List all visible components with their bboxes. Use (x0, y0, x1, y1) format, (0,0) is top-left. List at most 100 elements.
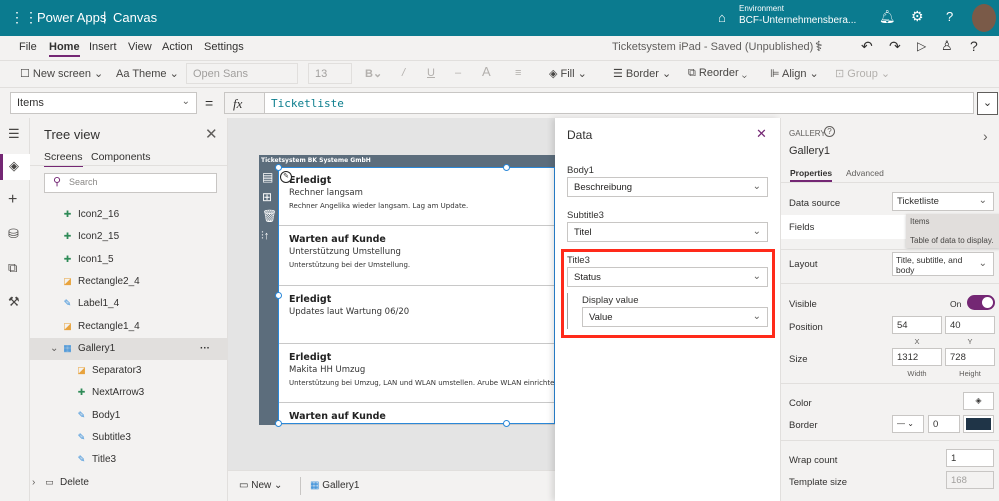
reorder-button[interactable]: ⧉ Reorder ⌄ (688, 67, 747, 80)
italic-icon[interactable]: / (402, 67, 405, 79)
chevron-right-icon[interactable]: › (983, 128, 988, 144)
chevron-right-icon[interactable]: › (32, 472, 35, 494)
breadcrumb-gallery[interactable]: ▦ Gallery1 (310, 480, 359, 491)
environment-name[interactable]: BCF-Unternehmensbera... (739, 15, 856, 26)
text-align-icon[interactable]: ≡ (515, 67, 521, 79)
help-icon[interactable]: ? (970, 38, 978, 54)
control-name[interactable]: Gallery1 (789, 145, 830, 157)
close-icon[interactable]: ✕ (205, 125, 218, 143)
display-value-select[interactable]: Value ⌄ (582, 307, 768, 327)
y-input[interactable]: 40 (945, 316, 995, 334)
menu-insert[interactable]: Insert (89, 41, 117, 53)
gallery[interactable]: Erledigt Rechner langsam Rechner Angelika … (259, 155, 559, 425)
title3-select[interactable]: Status ⌄ (567, 267, 768, 287)
color-picker[interactable]: ◈ (963, 392, 994, 410)
gallery-row[interactable]: Erledigt Makita HH Umzug Unterstützung bei… (278, 344, 559, 403)
group-button[interactable]: ⊡ Group ⌄ (835, 67, 890, 80)
insert-plus-icon[interactable]: + (8, 191, 17, 209)
menu-view[interactable]: View (128, 41, 152, 53)
share-icon[interactable]: ♙ (941, 38, 953, 54)
menu-home[interactable]: Home (49, 41, 80, 57)
visible-toggle[interactable] (967, 295, 995, 310)
tree-item-delete[interactable]: › ▭ Delete (30, 472, 228, 494)
bell-icon[interactable]: 🔔︎ (879, 9, 896, 25)
font-select[interactable]: Open Sans (186, 63, 298, 84)
gallery-row[interactable]: Warten auf Kunde (278, 403, 555, 425)
wrap-count-input[interactable]: 1 (946, 449, 994, 467)
media-icon[interactable]: ⧉ (8, 260, 17, 276)
app-launcher-icon[interactable]: ⋮⋮ (10, 9, 38, 26)
gallery-row[interactable]: Erledigt Updates laut Wartung 06/20 (278, 286, 555, 344)
gear-icon[interactable]: ⚙ (911, 8, 924, 25)
bold-icon[interactable]: B⌄ (365, 67, 382, 80)
border-color-picker[interactable] (963, 415, 994, 433)
menu-settings[interactable]: Settings (204, 41, 244, 53)
tree-item-body1[interactable]: ✎ Body1 (30, 405, 228, 427)
tree-item-title3[interactable]: ✎ Title3 (30, 449, 228, 471)
menu-file[interactable]: File (19, 41, 37, 53)
resize-handle[interactable] (275, 164, 282, 171)
app-screen[interactable]: Ticketsystem BK Systeme GmbH ▤ ⊞ 🗑︎ ⫶↑ E… (259, 155, 559, 427)
data-cylinder-icon[interactable]: ⛁ (8, 226, 19, 242)
subtitle3-select[interactable]: Titel ⌄ (567, 222, 768, 242)
template-size-input[interactable]: 168 (946, 471, 994, 489)
strikethrough-icon[interactable]: – (455, 67, 461, 79)
expand-formula-button[interactable]: ⌄ (977, 92, 998, 115)
gallery-row[interactable]: Erledigt Rechner langsam Rechner Angelika … (278, 167, 555, 226)
border-button[interactable]: ☰ Border ⌄ (613, 67, 671, 80)
theme-button[interactable]: Aa Theme ⌄ (116, 67, 179, 80)
resize-handle[interactable] (503, 420, 510, 427)
data-source-select[interactable]: Ticketliste ⌄ (892, 192, 994, 211)
gallery-row[interactable]: Warten auf Kunde Unterstützung Umstellung… (278, 226, 555, 286)
search-input[interactable]: ⚲ Search (44, 173, 217, 193)
more-options-icon[interactable]: ··· (200, 338, 210, 360)
new-screen-button[interactable]: ☐ New screen ⌄ (20, 67, 103, 80)
advanced-tools-icon[interactable]: ⚒ (8, 294, 20, 310)
tab-components[interactable]: Components (91, 151, 151, 163)
tree-item-nextarrow3[interactable]: ✚ NextArrow3 (30, 382, 228, 404)
hamburger-icon[interactable]: ☰ (8, 126, 20, 142)
tree-item-label1_4[interactable]: ✎ Label1_4 (30, 293, 228, 315)
tab-properties[interactable]: Properties (790, 168, 833, 182)
align-button[interactable]: ⊫ Align ⌄ (770, 67, 819, 80)
resize-handle[interactable] (503, 164, 510, 171)
tree-item-gallery1[interactable]: ⌄ ▦ Gallery1 ··· (30, 337, 228, 360)
close-icon[interactable]: ✕ (756, 126, 767, 142)
tree-item-separator3[interactable]: ◪ Separator3 (30, 360, 228, 382)
tree-item-icon2_15[interactable]: ✚ Icon2_15 (30, 226, 228, 248)
height-input[interactable]: 728 (945, 348, 995, 366)
border-width-input[interactable]: 0 (928, 415, 960, 433)
property-select[interactable]: Items ⌄ (10, 92, 197, 114)
width-input[interactable]: 1312 (892, 348, 942, 366)
x-input[interactable]: 54 (892, 316, 942, 334)
chevron-down-icon[interactable]: ⌄ (50, 338, 58, 360)
edit-pencil-icon[interactable]: ✎ (280, 171, 292, 183)
resize-handle[interactable] (275, 420, 282, 427)
new-screen-bottom-button[interactable]: ▭ New ⌄ (239, 480, 282, 491)
fill-button[interactable]: ◈ Fill ⌄ (549, 67, 587, 80)
menu-action[interactable]: Action (162, 41, 193, 53)
font-color-icon[interactable]: A (482, 64, 491, 79)
tree-item-rectangle2_4[interactable]: ◪ Rectangle2_4 (30, 271, 228, 293)
help-icon[interactable]: ? (946, 9, 953, 24)
resize-handle[interactable] (275, 292, 282, 299)
body1-select[interactable]: Beschreibung ⌄ (567, 177, 768, 197)
layout-select[interactable]: Title, subtitle, and body ⌄ (892, 252, 994, 276)
tree-item-rectangle1_4[interactable]: ◪ Rectangle1_4 (30, 316, 228, 338)
avatar[interactable] (972, 4, 996, 32)
tree-item-icon2_16[interactable]: ✚ Icon2_16 (30, 204, 228, 226)
tree-item-subtitle3[interactable]: ✎ Subtitle3 (30, 427, 228, 449)
redo-icon[interactable]: ↷ (889, 38, 901, 55)
app-checker-icon[interactable]: ⚕ (815, 38, 823, 55)
tree-item-icon1_5[interactable]: ✚ Icon1_5 (30, 249, 228, 271)
undo-icon[interactable]: ↶ (861, 38, 873, 55)
play-icon[interactable]: ▷ (917, 39, 926, 53)
underline-icon[interactable]: U (427, 67, 435, 79)
tab-advanced[interactable]: Advanced (846, 168, 884, 178)
tree-view-tab[interactable]: ◈ (0, 154, 30, 180)
help-icon[interactable]: ? (824, 126, 835, 137)
fx-button[interactable]: fx (225, 93, 265, 113)
formula-input[interactable]: fx Ticketliste (224, 92, 974, 114)
font-size-select[interactable]: 13 (308, 63, 352, 84)
border-style-select[interactable]: — ⌄ (892, 415, 924, 433)
